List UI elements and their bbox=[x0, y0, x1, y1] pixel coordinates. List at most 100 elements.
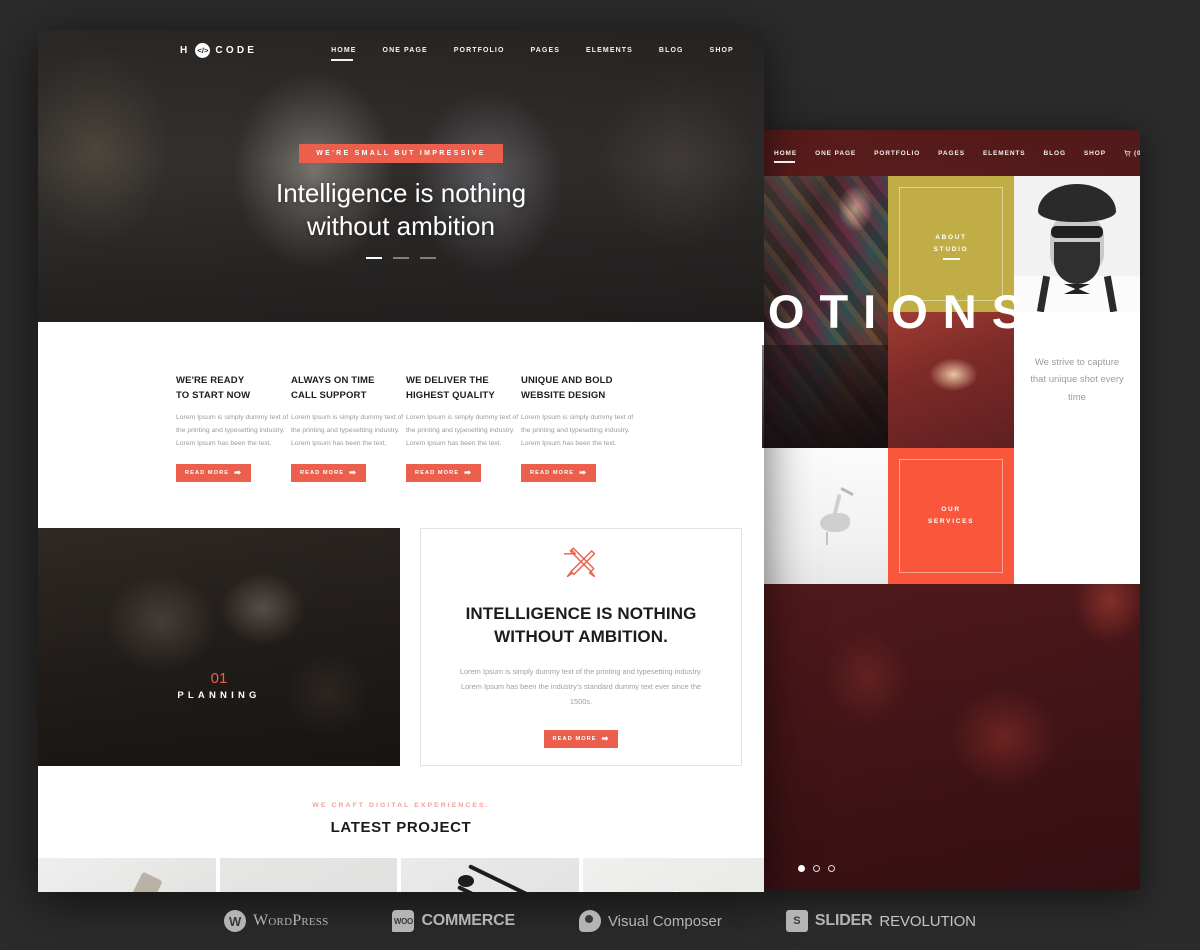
nav-item-pages[interactable]: PAGES bbox=[531, 47, 561, 54]
process-number: 01 bbox=[210, 670, 228, 688]
nav-item-elements[interactable]: ELEMENTS bbox=[983, 150, 1026, 157]
feature-title-line1: WE'RE READY bbox=[176, 375, 245, 386]
primary-slider-dashes[interactable] bbox=[38, 257, 764, 260]
woocommerce-logo: WOO COMMERCE bbox=[392, 910, 515, 932]
slider-dash-2[interactable] bbox=[393, 257, 409, 260]
primary-menu: HOME ONE PAGE PORTFOLIO PAGES ELEMENTS B… bbox=[331, 47, 760, 61]
nav-item-blog[interactable]: BLOG bbox=[1044, 150, 1066, 157]
read-more-button[interactable]: READ MORE ➡ bbox=[176, 464, 251, 483]
about-studio-line2: STUDIO bbox=[933, 246, 969, 253]
secondary-browser-window: HOME ONE PAGE PORTFOLIO PAGES ELEMENTS B… bbox=[762, 130, 1140, 890]
tile-our-services[interactable]: OUR SERVICES bbox=[888, 448, 1014, 584]
nav-item-portfolio[interactable]: PORTFOLIO bbox=[454, 47, 505, 54]
wordpress-text-light: Press bbox=[292, 912, 329, 929]
feature-body: Lorem Ipsum is simply dummy text of the … bbox=[291, 414, 404, 447]
nav-item-portfolio[interactable]: PORTFOLIO bbox=[874, 150, 920, 157]
promo-heading-line2: WITHOUT AMBITION. bbox=[494, 627, 668, 647]
feature-title-line1: WE DELIVER THE bbox=[406, 375, 489, 386]
thumb-black-cutlery[interactable] bbox=[401, 858, 583, 892]
nav-item-one-page[interactable]: ONE PAGE bbox=[383, 47, 428, 54]
tube-shape bbox=[105, 871, 163, 892]
nav-item-home[interactable]: HOME bbox=[331, 47, 356, 61]
cart-icon bbox=[1124, 149, 1131, 156]
cart-button[interactable]: (0) ITEM bbox=[1124, 150, 1140, 157]
promo-heading-line1: INTELLIGENCE IS NOTHING bbox=[465, 604, 697, 624]
nav-item-home[interactable]: HOME bbox=[774, 150, 797, 163]
logo-text-left: H bbox=[180, 44, 191, 56]
visual-composer-logo: Visual Composer bbox=[578, 910, 722, 932]
secondary-hero-content: OTIONS bbox=[762, 258, 1140, 335]
strive-text-copy: We strive to capture that unique shot ev… bbox=[1030, 356, 1124, 403]
slider-revolution-logo: S SLIDER REVOLUTION bbox=[785, 910, 976, 932]
thumb-open-notebook[interactable] bbox=[219, 858, 401, 892]
cart-count-label: (0) ITEM bbox=[1133, 149, 1140, 157]
portrait-sunglasses bbox=[1051, 226, 1103, 238]
slider-dash-3[interactable] bbox=[420, 257, 436, 260]
read-more-button[interactable]: READ MORE ➡ bbox=[406, 464, 481, 483]
wordpress-logo: W WordPress bbox=[224, 910, 328, 932]
primary-browser-window: H </> CODE HOME ONE PAGE PORTFOLIO PAGES… bbox=[38, 30, 764, 892]
visual-composer-icon bbox=[578, 910, 601, 932]
primary-navbar: H </> CODE HOME ONE PAGE PORTFOLIO PAGES… bbox=[38, 30, 764, 70]
feature-card: UNIQUE AND BOLD WEBSITE DESIGN Lorem Ips… bbox=[521, 374, 636, 483]
bird-beak bbox=[840, 487, 854, 497]
process-promo-section: 01 PLANNING INTELLIGENCE IS NOTHING WITH… bbox=[38, 516, 764, 767]
site-logo[interactable]: H </> CODE bbox=[180, 42, 257, 58]
about-studio-line1: ABOUT bbox=[935, 233, 967, 241]
tile-about-studio-label: ABOUT STUDIO bbox=[934, 232, 969, 257]
thumb-tube-packaging[interactable] bbox=[38, 858, 220, 892]
visual-composer-wordmark: Visual Composer bbox=[607, 912, 722, 930]
nav-item-elements[interactable]: ELEMENTS bbox=[586, 47, 633, 54]
feature-title-line1: ALWAYS ON TIME bbox=[291, 375, 375, 386]
our-services-line2: SERVICES bbox=[927, 518, 975, 525]
feature-title-line2: WEBSITE DESIGN bbox=[521, 389, 606, 401]
arrow-right-icon: ➡ bbox=[349, 468, 357, 478]
secondary-hero: HOME ONE PAGE PORTFOLIO PAGES ELEMENTS B… bbox=[762, 130, 1140, 890]
process-background-image bbox=[38, 528, 400, 767]
promo-read-more-button[interactable]: READ MORE ➡ bbox=[543, 729, 619, 748]
slider-dot-2[interactable] bbox=[813, 865, 820, 872]
arrow-right-icon: ➡ bbox=[601, 733, 610, 743]
nav-item-pages[interactable]: PAGES bbox=[938, 150, 965, 157]
primary-hero-content: WE'RE SMALL BUT IMPRESSIVE Intelligence … bbox=[38, 142, 764, 260]
nav-item-blog[interactable]: BLOG bbox=[659, 47, 684, 54]
feature-card: ALWAYS ON TIME CALL SUPPORT Lorem Ipsum … bbox=[291, 374, 406, 483]
feature-title-line2: HIGHEST QUALITY bbox=[406, 389, 495, 401]
slider-revolution-wordmark-light: REVOLUTION bbox=[879, 912, 976, 930]
our-services-line1: OUR bbox=[941, 505, 961, 513]
arrow-right-icon: ➡ bbox=[464, 468, 472, 478]
tile-bird-photo[interactable] bbox=[762, 448, 888, 584]
read-more-button[interactable]: READ MORE ➡ bbox=[521, 464, 596, 483]
features-section: WE'RE READY TO START NOW Lorem Ipsum is … bbox=[38, 322, 764, 517]
bird-legs bbox=[826, 532, 829, 546]
latest-project-subtitle: WE CRAFT DIGITAL EXPERIENCES. bbox=[312, 802, 490, 810]
slider-dash-1[interactable] bbox=[366, 257, 382, 260]
feature-title: UNIQUE AND BOLD WEBSITE DESIGN bbox=[521, 374, 636, 403]
hero-divider bbox=[942, 258, 960, 260]
portrait-hat bbox=[1038, 184, 1116, 222]
secondary-navbar: HOME ONE PAGE PORTFOLIO PAGES ELEMENTS B… bbox=[762, 130, 1140, 176]
process-caption: 01 PLANNING bbox=[38, 670, 400, 701]
thumb-wooden-egg-cups[interactable] bbox=[582, 858, 764, 892]
hero-badge: WE'RE SMALL BUT IMPRESSIVE bbox=[299, 144, 503, 163]
read-more-button[interactable]: READ MORE ➡ bbox=[291, 464, 366, 483]
nav-item-one-page[interactable]: ONE PAGE bbox=[815, 150, 856, 157]
read-more-label: READ MORE bbox=[552, 735, 597, 742]
primary-hero: H </> CODE HOME ONE PAGE PORTFOLIO PAGES… bbox=[38, 30, 764, 322]
slider-dot-1[interactable] bbox=[798, 865, 805, 872]
spoon-handle bbox=[467, 864, 540, 892]
slider-dot-3[interactable] bbox=[828, 865, 835, 872]
process-image-card[interactable]: 01 PLANNING bbox=[38, 528, 400, 767]
hero-title-line2: without ambition bbox=[307, 211, 495, 242]
feature-title-line2: CALL SUPPORT bbox=[291, 389, 367, 401]
secondary-slider-dots[interactable] bbox=[798, 865, 835, 872]
hero-title: Intelligence is nothing without ambition bbox=[38, 177, 764, 243]
nav-item-shop[interactable]: SHOP bbox=[710, 47, 734, 54]
tile-our-services-label: OUR SERVICES bbox=[928, 504, 974, 529]
read-more-label: READ MORE bbox=[300, 470, 345, 477]
nav-item-shop[interactable]: SHOP bbox=[1084, 150, 1106, 157]
slider-revolution-icon: S bbox=[785, 910, 808, 932]
feature-body: Lorem Ipsum is simply dummy text of the … bbox=[521, 414, 634, 447]
read-more-label: READ MORE bbox=[415, 470, 460, 477]
process-label: PLANNING bbox=[177, 690, 261, 702]
